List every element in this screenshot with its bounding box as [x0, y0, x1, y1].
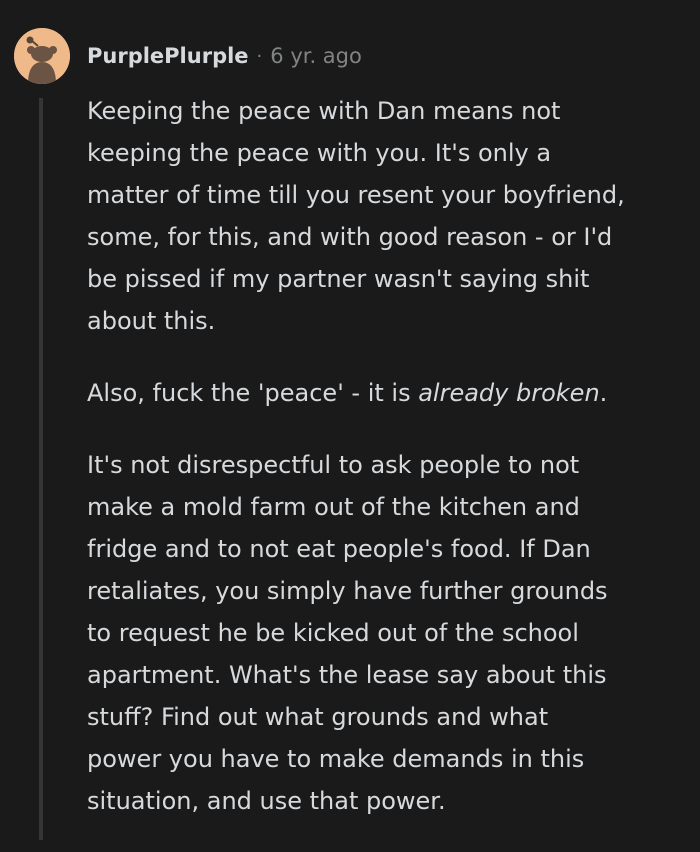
text-line: to request he be kicked out of the schoo… [87, 619, 579, 647]
text-line: situation, and use that power. [87, 787, 446, 815]
thread-collapse-line[interactable] [39, 98, 43, 840]
user-avatar-icon[interactable] [14, 28, 70, 84]
text-segment: Also, fuck the 'peace' - it is [87, 379, 419, 407]
comment-header: PurplePlurple · 6 yr. ago [87, 40, 362, 72]
text-line: some, for this, and with good reason - o… [87, 223, 613, 251]
timestamp[interactable]: 6 yr. ago [270, 44, 362, 68]
username-link[interactable]: PurplePlurple [87, 44, 249, 68]
text-segment: . [599, 379, 608, 407]
paragraph-2: Also, fuck the 'peace' - it is already b… [87, 372, 677, 414]
text-line: It's not disrespectful to ask people to … [87, 451, 580, 479]
text-line: matter of time till you resent your boyf… [87, 181, 625, 209]
text-line: power you have to make demands in this [87, 745, 585, 773]
paragraph-3: It's not disrespectful to ask people to … [87, 444, 677, 822]
text-line: apartment. What's the lease say about th… [87, 661, 607, 689]
emphasis-text: already broken [418, 379, 600, 407]
text-line: retaliates, you simply have further grou… [87, 577, 608, 605]
meta-separator: · [256, 45, 263, 67]
text-line: Keeping the peace with Dan means not [87, 97, 561, 125]
text-line: about this. [87, 307, 216, 335]
comment: PurplePlurple · 6 yr. ago Keeping the pe… [0, 0, 700, 840]
comment-body: Keeping the peace with Dan means not kee… [87, 90, 677, 852]
text-line: be pissed if my partner wasn't saying sh… [87, 265, 590, 293]
text-line: keeping the peace with you. It's only a [87, 139, 552, 167]
text-line: fridge and to not eat people's food. If … [87, 535, 591, 563]
snoo-avatar-icon [14, 28, 70, 84]
text-line: stuff? Find out what grounds and what [87, 703, 549, 731]
text-line: make a mold farm out of the kitchen and [87, 493, 580, 521]
paragraph-1: Keeping the peace with Dan means not kee… [87, 90, 677, 342]
